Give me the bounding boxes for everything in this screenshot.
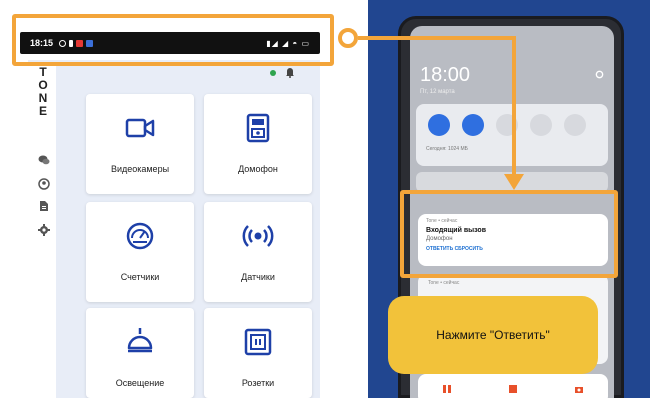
highlight-connector xyxy=(338,28,358,48)
status-bar-highlight xyxy=(12,14,334,66)
notification-highlight xyxy=(400,190,618,278)
hint-bubble: Нажмите "Ответить" xyxy=(388,296,598,374)
